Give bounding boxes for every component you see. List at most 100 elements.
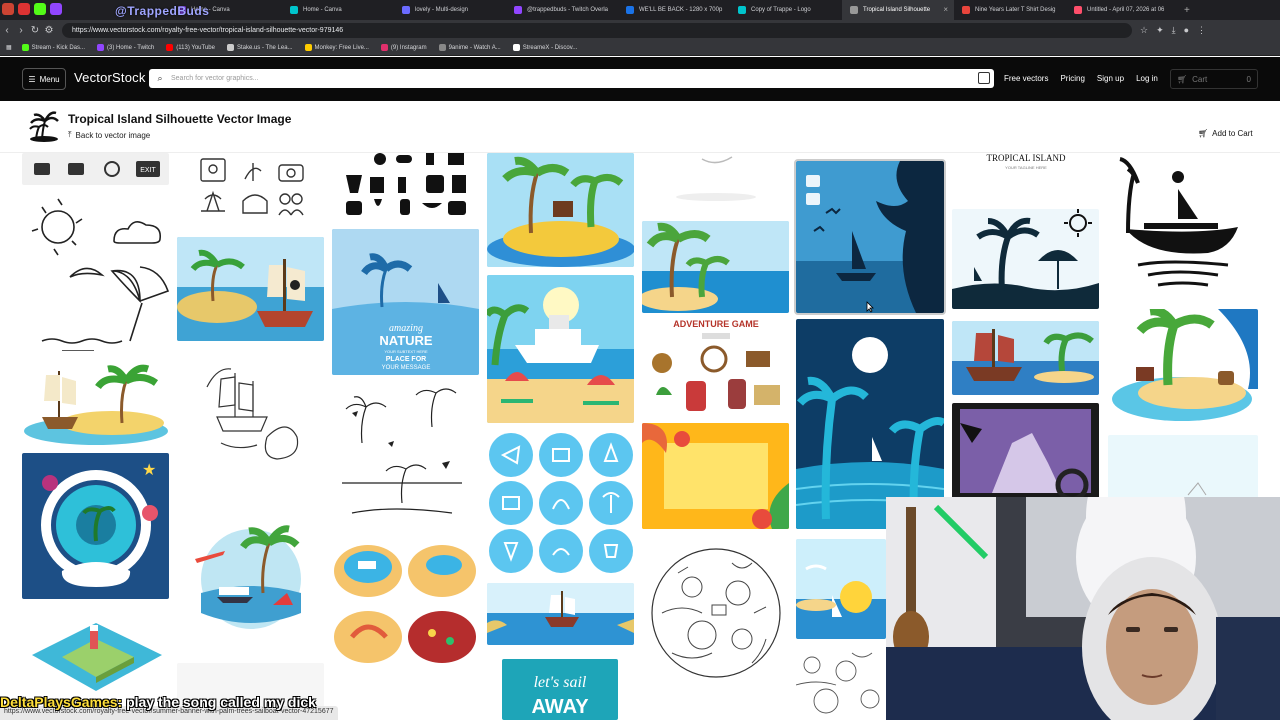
tile-faded-sketch[interactable]	[642, 153, 789, 215]
tile-sketch-pirate-ship[interactable]	[177, 347, 324, 473]
tile-grunge-poster[interactable]	[952, 403, 1099, 499]
product-thumbnail[interactable]	[28, 109, 60, 143]
bookmark-item[interactable]: Monkey: Free Live...	[304, 44, 369, 51]
back-arrow-icon[interactable]: ‹	[0, 25, 14, 36]
tile-palm-ocean[interactable]	[642, 221, 789, 313]
tile-treasure-island[interactable]	[487, 153, 634, 267]
tile-ship-sea-banner[interactable]	[487, 583, 634, 645]
tile-pirate-ship-island[interactable]	[22, 357, 169, 447]
apps-grid-icon[interactable]: ▦	[6, 44, 12, 51]
bookmark-item[interactable]: 9anime - Watch A...	[438, 44, 501, 51]
browser-tab[interactable]: Copy of Trappe - Logo	[730, 0, 842, 20]
tile-summer-banner-sailboat[interactable]	[796, 539, 886, 639]
cart-count: 0	[1246, 74, 1251, 84]
bookmark-favicon-icon	[166, 44, 174, 51]
nav-pricing[interactable]: Pricing	[1060, 74, 1084, 83]
tile-tropical-island-logo[interactable]: TROPICAL ISLAND YOUR TAGLINE HERE	[952, 153, 1099, 201]
svg-text:PLACE FOR: PLACE FOR	[386, 356, 426, 363]
tile-round-travel-icons[interactable]	[487, 431, 634, 575]
browser-tab[interactable]: Home - Canva	[282, 0, 394, 20]
bookmarks-bar: ▦ Stream - Kick Das... (3) Home - Twitch (…	[0, 40, 1280, 56]
forward-arrow-icon[interactable]: ›	[14, 25, 28, 36]
tab-favicon-icon	[514, 6, 522, 14]
svg-text:★: ★	[142, 462, 156, 479]
tile-amazing-nature-poster[interactable]: amazing NATURE YOUR SUBTEXT HERE PLACE FOR Y…	[332, 229, 479, 375]
bookmark-item[interactable]: Stake.us - The Lea...	[226, 44, 293, 51]
tile-travel-globe[interactable]	[177, 523, 324, 633]
tile-travel-line-icons[interactable]	[177, 153, 324, 231]
kick-icon[interactable]	[34, 3, 46, 15]
site-info-icon[interactable]: ⚙	[42, 25, 56, 36]
hamburger-icon: ☰	[28, 74, 36, 84]
tile-beach-line-icons[interactable]	[22, 191, 169, 351]
bookmark-item[interactable]: Stream - Kick Das...	[21, 44, 85, 51]
profile-icon[interactable]: ●	[1184, 25, 1189, 35]
browser-tab[interactable]: Nine Years Later T Shirt Desig	[954, 0, 1066, 20]
bookmark-item[interactable]: (3) Home - Twitch	[97, 44, 154, 51]
reload-icon[interactable]: ↻	[28, 25, 42, 36]
bookmark-item[interactable]: (113) YouTube	[166, 44, 215, 51]
svg-text:YOUR TAGLINE HERE: YOUR TAGLINE HERE	[1005, 165, 1047, 170]
tile-island-shipwreck[interactable]	[1108, 309, 1258, 429]
tile-summer-frame[interactable]	[642, 423, 789, 529]
tile-light-scene[interactable]	[1108, 435, 1258, 501]
menu-label: Menu	[39, 74, 60, 84]
tile-ui-icons[interactable]: EXIT	[22, 153, 169, 185]
bookmark-item[interactable]: (9) Instagram	[380, 44, 427, 51]
url-field[interactable]: https://www.vectorstock.com/royalty-free…	[62, 22, 1132, 38]
tile-edge	[796, 153, 944, 155]
search-input[interactable]: Search for vector graphics...	[171, 75, 259, 82]
cart-button[interactable]: 🛒︎ Cart 0	[1170, 69, 1258, 89]
tile-cruise-beach[interactable]	[487, 275, 634, 423]
tile-adventure-game[interactable]: ADVENTURE GAME	[642, 315, 789, 415]
chat-username: DeltaPlaysGames:	[0, 694, 123, 710]
streamer-webcam-overlay	[886, 497, 1280, 720]
browser-tab[interactable]: Tropical Island Silhouette ×	[842, 0, 954, 20]
tile-boat-silhouette[interactable]	[1108, 153, 1258, 303]
tab-title: Nine Years Later T Shirt Desig	[975, 7, 1056, 13]
menu-button[interactable]: ☰ Menu	[22, 68, 66, 90]
tile-pirate-island-scene[interactable]	[177, 237, 324, 341]
tab-close-icon[interactable]: ×	[943, 5, 948, 14]
tile-doodle-pattern[interactable]	[796, 649, 886, 720]
youtube-icon[interactable]	[18, 3, 30, 15]
browser-tab[interactable]: lovely - Multi-design	[394, 0, 506, 20]
stream-overlay-handle: @TrappedBuds	[115, 4, 210, 18]
search-bar[interactable]: ⌕ Search for vector graphics...	[149, 69, 994, 88]
tile-isometric-vacation-icons[interactable]	[332, 537, 479, 669]
browser-tab[interactable]: @trappedbuds - Twitch Overla	[506, 0, 618, 20]
nav-free-vectors[interactable]: Free vectors	[1004, 74, 1048, 83]
bookmark-favicon-icon	[512, 44, 520, 51]
bookmark-favicon-icon	[380, 44, 388, 51]
tile-sailboat-palm-hovered[interactable]	[794, 159, 946, 315]
bookmark-item[interactable]: StreameX - Discov...	[512, 44, 577, 51]
nav-log-in[interactable]: Log in	[1136, 74, 1158, 83]
image-search-icon[interactable]	[978, 72, 990, 84]
tab-favicon-icon	[1074, 6, 1082, 14]
back-to-vector-link[interactable]: ⤒ Back to vector image	[68, 130, 150, 140]
tile-beach-silhouette[interactable]	[952, 209, 1099, 309]
chat-message: play the song called my dick	[122, 694, 316, 710]
svg-text:TROPICAL ISLAND: TROPICAL ISLAND	[987, 153, 1066, 163]
nav-sign-up[interactable]: Sign up	[1097, 74, 1124, 83]
tile-lets-sail-away[interactable]: let's sail AWAY	[502, 659, 618, 720]
add-to-cart-button[interactable]: 🛒︎ Add to Cart	[1198, 129, 1253, 138]
site-logo[interactable]: VectorStock	[74, 70, 146, 85]
bookmark-star-icon[interactable]: ☆	[1140, 25, 1148, 36]
browser-tab[interactable]: WE'LL BE BACK - 1280 x 700p	[618, 0, 730, 20]
tile-doodle-circle[interactable]	[642, 543, 789, 683]
tile-ship-wheel-badge[interactable]: ★	[22, 453, 169, 599]
tab-title: @trappedbuds - Twitch Overla	[527, 7, 609, 13]
tile-beach-icon-set[interactable]	[332, 153, 479, 223]
back-up-arrow-icon: ⤒	[68, 130, 72, 139]
extensions-icon[interactable]: ✦	[1156, 25, 1164, 36]
browser-tab[interactable]: Untitled - April 07, 2026 at 06	[1066, 0, 1178, 20]
tile-pirate-ship-sea[interactable]	[952, 321, 1099, 395]
close-window-icon[interactable]	[2, 3, 14, 15]
tab-title: Tropical Island Silhouette	[863, 7, 931, 13]
new-tab-icon[interactable]: +	[1178, 5, 1196, 16]
twitch-icon[interactable]	[50, 3, 62, 15]
tile-palm-pattern[interactable]	[332, 383, 479, 531]
download-icon[interactable]: ⤓	[1172, 25, 1176, 36]
menu-kebab-icon[interactable]: ⋮	[1197, 25, 1206, 36]
